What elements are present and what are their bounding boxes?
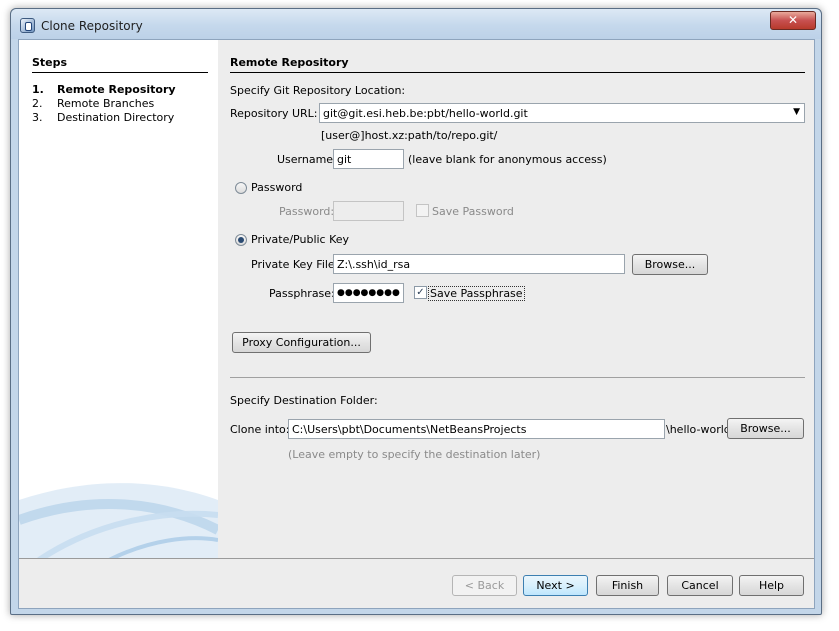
private-key-file-label: Private Key File: <box>251 258 339 271</box>
password-radio-label[interactable]: Password <box>251 181 302 194</box>
steps-panel: Steps 1. Remote Repository 2. Remote Branc… <box>19 40 218 558</box>
close-icon: ✕ <box>787 13 799 27</box>
password-label: Password: <box>279 205 335 218</box>
repository-url-combobox[interactable]: git@git.esi.heb.be:pbt/hello-world.git ▼ <box>319 103 805 123</box>
step-remote-repository: 1. Remote Repository <box>32 83 176 96</box>
remote-repository-heading: Remote Repository <box>230 56 805 73</box>
clone-into-label: Clone into: <box>230 423 290 436</box>
save-password-label[interactable]: Save Password <box>432 205 514 218</box>
section-divider <box>230 377 805 378</box>
username-field[interactable]: git <box>333 149 404 169</box>
step-number: 2. <box>32 97 43 110</box>
next-button[interactable]: Next > <box>523 575 588 596</box>
step-number: 3. <box>32 111 43 124</box>
repository-url-label: Repository URL: <box>230 107 318 120</box>
private-key-radio[interactable] <box>235 234 247 246</box>
step-number: 1. <box>32 83 44 96</box>
clone-folder-suffix: \hello-world <box>666 423 731 436</box>
step-label: Remote Repository <box>57 83 176 96</box>
passphrase-field[interactable]: ●●●●●●●● <box>333 283 404 303</box>
destination-folder-label: Specify Destination Folder: <box>230 394 378 407</box>
step-destination-directory: 3. Destination Directory <box>32 111 174 124</box>
username-hint: (leave blank for anonymous access) <box>408 153 607 166</box>
repository-location-label: Specify Git Repository Location: <box>230 84 406 97</box>
step-label: Remote Branches <box>57 97 155 110</box>
close-button[interactable]: ✕ <box>770 11 816 30</box>
save-password-checkbox[interactable] <box>416 204 429 217</box>
repository-url-value: git@git.esi.heb.be:pbt/hello-world.git <box>323 107 528 120</box>
password-radio[interactable] <box>235 182 247 194</box>
chevron-down-icon[interactable]: ▼ <box>793 107 800 117</box>
clone-repository-window: Clone Repository ✕ Steps 1. Remote Reposi… <box>10 8 822 615</box>
browse-destination-button[interactable]: Browse... <box>727 418 804 439</box>
browse-key-button[interactable]: Browse... <box>632 254 708 275</box>
dialog-body: Steps 1. Remote Repository 2. Remote Branc… <box>18 39 815 609</box>
save-passphrase-checkbox[interactable]: ✓ <box>414 286 427 299</box>
proxy-configuration-button[interactable]: Proxy Configuration... <box>232 332 371 353</box>
step-remote-branches: 2. Remote Branches <box>32 97 154 110</box>
passphrase-label: Passphrase: <box>269 287 335 300</box>
app-icon <box>20 18 35 33</box>
username-label: Username: <box>277 153 337 166</box>
clone-into-field[interactable]: C:\Users\pbt\Documents\NetBeansProjects <box>288 419 665 439</box>
repository-url-hint: [user@]host.xz:path/to/repo.git/ <box>321 129 498 142</box>
window-title: Clone Repository <box>41 19 143 33</box>
save-passphrase-label[interactable]: Save Passphrase <box>428 286 525 301</box>
password-field[interactable] <box>333 201 404 221</box>
finish-button[interactable]: Finish <box>596 575 659 596</box>
steps-title: Steps <box>32 56 208 73</box>
private-key-file-field[interactable]: Z:\.ssh\id_rsa <box>333 254 625 274</box>
help-button[interactable]: Help <box>739 575 804 596</box>
step-label: Destination Directory <box>57 111 175 124</box>
cancel-button[interactable]: Cancel <box>667 575 733 596</box>
title-bar[interactable]: Clone Repository ✕ <box>11 9 821 39</box>
footer-divider <box>19 558 814 559</box>
back-button[interactable]: < Back <box>452 575 517 596</box>
destination-hint: (Leave empty to specify the destination … <box>288 448 541 461</box>
decorative-swoosh-graphic <box>19 483 218 558</box>
private-key-radio-label[interactable]: Private/Public Key <box>251 233 349 246</box>
